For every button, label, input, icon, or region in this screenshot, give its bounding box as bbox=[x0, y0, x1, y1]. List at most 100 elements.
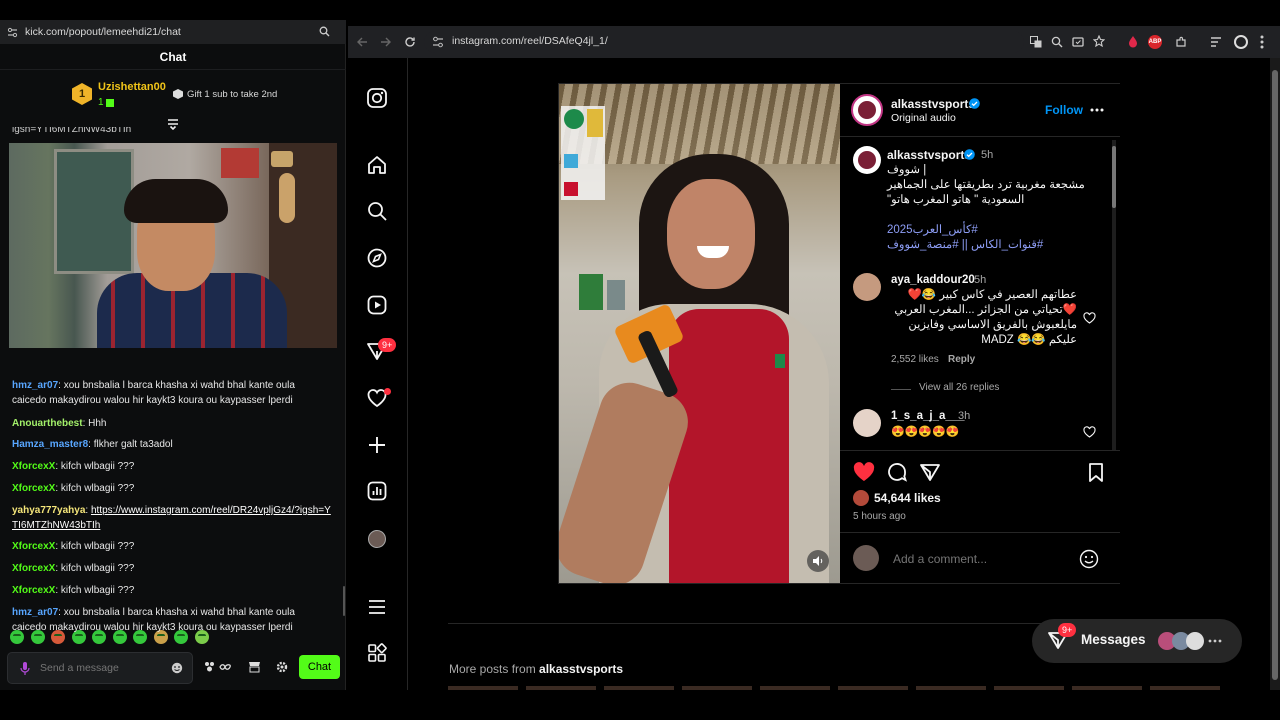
save-bookmark-icon[interactable] bbox=[1088, 463, 1104, 482]
like-heart-icon[interactable] bbox=[853, 462, 875, 482]
zoom-icon[interactable] bbox=[1051, 36, 1063, 48]
browser-menu-icon[interactable] bbox=[1260, 35, 1264, 49]
store-icon[interactable] bbox=[248, 661, 261, 673]
chat-scrollbar[interactable] bbox=[343, 586, 345, 616]
notification-dot bbox=[384, 388, 391, 395]
emoji-icon[interactable] bbox=[1079, 549, 1099, 569]
site-info-icon[interactable] bbox=[432, 36, 444, 48]
search-icon[interactable] bbox=[366, 200, 388, 222]
chat-username[interactable]: XforcexX bbox=[12, 541, 55, 552]
microphone-icon[interactable] bbox=[20, 662, 30, 675]
message-input-box[interactable] bbox=[7, 652, 193, 684]
top-gifter-banner: 1 Uzishettan00 1 Gift 1 sub to take 2nd bbox=[0, 70, 346, 122]
bin bbox=[579, 274, 603, 310]
instagram-logo-icon[interactable] bbox=[366, 87, 388, 109]
chat-username[interactable]: yahya777yahya bbox=[12, 505, 85, 516]
tab-search-icon[interactable] bbox=[1210, 36, 1222, 48]
caption-line: السعودية " هاتو المغرب هاتو" bbox=[887, 194, 1025, 206]
jersey bbox=[669, 309, 789, 583]
send-chat-button[interactable]: Chat bbox=[299, 655, 340, 679]
also-from-meta-icon[interactable] bbox=[366, 642, 388, 664]
logo-block bbox=[564, 154, 578, 168]
more-posts-thumbnails[interactable] bbox=[448, 686, 1228, 690]
messages-button[interactable]: 9+ Messages bbox=[1032, 619, 1242, 663]
follow-button[interactable]: Follow bbox=[1045, 103, 1083, 117]
chat-username[interactable]: XforcexX bbox=[12, 483, 55, 494]
extension-drop-icon[interactable] bbox=[1127, 35, 1139, 48]
browser-window: instagram.com/reel/DSAfeQ4jl_1/ ABP 9+ a… bbox=[348, 26, 1280, 690]
chat-username[interactable]: hmz_ar07 bbox=[12, 380, 58, 391]
kick-address-bar[interactable]: kick.com/popout/lemeehdi21/chat bbox=[0, 20, 346, 44]
explore-compass-icon[interactable] bbox=[366, 247, 388, 269]
reply-button[interactable]: Reply bbox=[948, 354, 975, 365]
browser-url[interactable]: instagram.com/reel/DSAfeQ4jl_1/ bbox=[452, 35, 608, 47]
share-send-icon[interactable] bbox=[920, 463, 940, 482]
comment-like-heart-icon[interactable] bbox=[1083, 426, 1096, 438]
hashtag[interactable]: #قنوات_الكاس || #منصة_شووف bbox=[887, 238, 1097, 253]
account-name[interactable]: alkasstvsports bbox=[891, 97, 975, 111]
chat-message: Anouarthebest: Hhh bbox=[12, 416, 332, 431]
bookmark-star-icon[interactable] bbox=[1093, 35, 1105, 47]
comment-like-heart-icon[interactable] bbox=[1083, 312, 1096, 324]
points-icon[interactable] bbox=[204, 661, 234, 673]
logo-block bbox=[564, 182, 578, 196]
chat-username[interactable]: XforcexX bbox=[12, 585, 55, 596]
reels-icon[interactable] bbox=[366, 294, 388, 316]
comment-user[interactable]: 1_s_a_j_a___ bbox=[891, 410, 965, 422]
extensions-puzzle-icon[interactable] bbox=[1175, 36, 1187, 48]
comment-likes[interactable]: 2,552 likes bbox=[891, 354, 939, 365]
zoom-icon[interactable] bbox=[319, 26, 330, 37]
reload-icon[interactable] bbox=[404, 36, 416, 48]
comment-user[interactable]: aya_kaddour20 bbox=[891, 274, 975, 286]
chat-username[interactable]: XforcexX bbox=[12, 461, 55, 472]
hashtag[interactable]: #كأس_العرب2025 bbox=[887, 223, 1097, 238]
gift-cta[interactable]: Gift 1 sub to take 2nd bbox=[187, 89, 277, 100]
comments-scroll-thumb[interactable] bbox=[1112, 146, 1116, 208]
liker-avatar[interactable] bbox=[853, 490, 869, 506]
audio-label[interactable]: Original audio bbox=[891, 112, 956, 124]
comment-avatar[interactable] bbox=[853, 409, 881, 437]
add-comment-input[interactable] bbox=[891, 551, 1071, 567]
face bbox=[667, 179, 755, 289]
gifter-name[interactable]: Uzishettan00 bbox=[98, 81, 166, 93]
comment-avatar[interactable] bbox=[853, 273, 881, 301]
chat-message: XforcexX: kifch wlbagii ??? bbox=[12, 459, 332, 474]
comment-line: مايلعبوش بالفريق الاساسي وفايزين bbox=[908, 319, 1077, 331]
cast-icon[interactable] bbox=[1072, 36, 1084, 48]
adblock-icon[interactable]: ABP bbox=[1148, 35, 1162, 49]
bin bbox=[607, 280, 625, 310]
chat-username[interactable]: XforcexX bbox=[12, 563, 55, 574]
forward-arrow-icon[interactable] bbox=[380, 36, 392, 48]
chat-message: yahya777yahya: https://www.instagram.com… bbox=[12, 503, 332, 533]
page-scroll-thumb[interactable] bbox=[1272, 70, 1278, 680]
home-icon[interactable] bbox=[366, 154, 388, 176]
rank-badge: 1 bbox=[72, 83, 92, 105]
back-arrow-icon[interactable] bbox=[356, 36, 368, 48]
site-settings-icon[interactable] bbox=[7, 27, 18, 38]
chat-username[interactable]: Hamza_master8 bbox=[12, 439, 88, 450]
create-plus-icon[interactable] bbox=[366, 434, 388, 456]
profile-avatar-icon[interactable] bbox=[1234, 35, 1248, 49]
comment-bubble-icon[interactable] bbox=[887, 462, 907, 482]
translate-icon[interactable] bbox=[1030, 36, 1042, 48]
emoji-picker-icon[interactable] bbox=[171, 662, 183, 674]
more-menu-icon[interactable] bbox=[366, 596, 388, 618]
caption-time: 5h bbox=[981, 149, 994, 161]
dashboard-icon[interactable] bbox=[366, 480, 388, 502]
message-input[interactable] bbox=[38, 660, 158, 676]
chat-message: XforcexX: kifch wlbagii ??? bbox=[12, 539, 332, 554]
chat-username[interactable]: Anouarthebest bbox=[12, 418, 83, 429]
caption-account[interactable]: alkasstvsports bbox=[887, 148, 971, 162]
settings-gear-icon[interactable] bbox=[276, 661, 288, 673]
page-scrollbar[interactable] bbox=[1270, 58, 1280, 690]
chat-username[interactable]: hmz_ar07 bbox=[12, 607, 58, 618]
chat-avatar bbox=[1186, 632, 1204, 650]
like-count[interactable]: 54,644 likes bbox=[874, 491, 941, 505]
more-options-icon[interactable] bbox=[1090, 108, 1104, 112]
browser-toolbar: instagram.com/reel/DSAfeQ4jl_1/ ABP bbox=[348, 26, 1280, 58]
kick-url-text: kick.com/popout/lemeehdi21/chat bbox=[25, 26, 181, 38]
profile-avatar[interactable] bbox=[368, 530, 386, 548]
more-posts-account[interactable]: alkasstvsports bbox=[539, 662, 623, 676]
view-replies-link[interactable]: View all 26 replies bbox=[919, 382, 999, 393]
reel-video[interactable] bbox=[559, 84, 840, 583]
